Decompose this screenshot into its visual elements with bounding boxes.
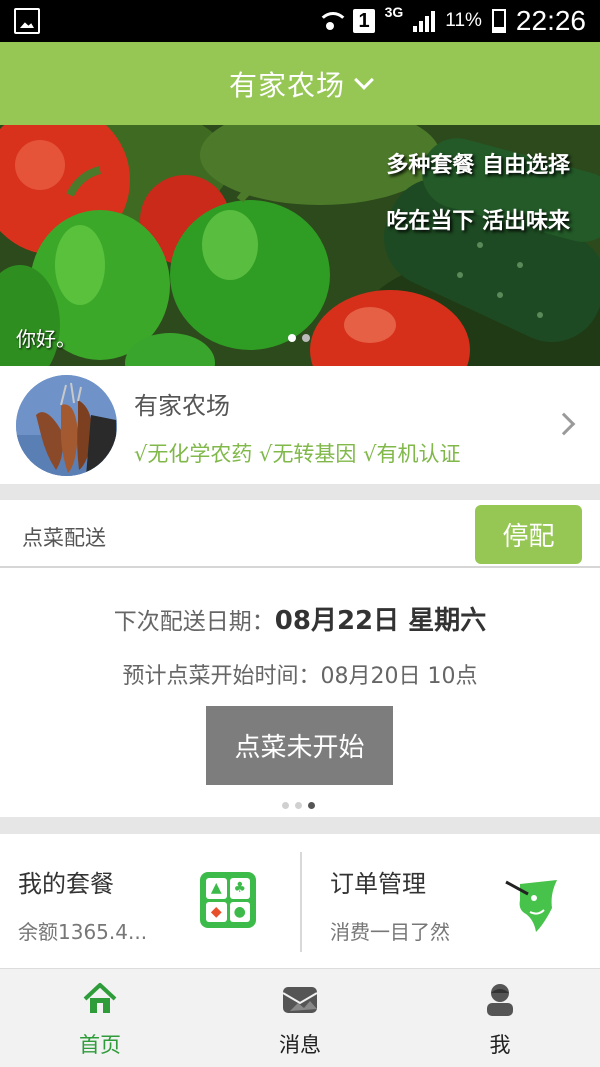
order-management-subtitle: 消费一目了然 xyxy=(330,920,450,944)
page-dot xyxy=(282,802,289,809)
delivery-panel: 点菜配送 停配 下次配送日期：08月22日 星期六 预计点菜开始时间：08月20… xyxy=(0,500,600,817)
banner-greeting: 你好。 xyxy=(16,327,76,351)
chevron-down-icon[interactable] xyxy=(354,69,374,90)
tab-messages[interactable]: 消息 xyxy=(200,969,400,1067)
home-icon xyxy=(83,983,117,1013)
farm-info-row[interactable]: 有家农场 √无化学农药 √无转基因 √有机认证 xyxy=(0,366,600,484)
clock: 22:26 xyxy=(515,5,586,36)
battery-icon xyxy=(491,9,506,33)
page-dot xyxy=(295,802,302,809)
chevron-right-icon[interactable] xyxy=(552,412,576,436)
network-type: 3G xyxy=(384,4,404,20)
next-delivery-value: 08月22日 星期六 xyxy=(274,606,487,636)
status-bar: 1 3G 11% 22:26 xyxy=(0,0,600,42)
tab-me[interactable]: 我 xyxy=(400,969,600,1067)
delivery-title: 点菜配送 xyxy=(22,526,106,550)
shortcut-cards: 我的套餐 余额1365.4... ▲ ♣ ◆ ● 订单管理 消费一目了然 xyxy=(0,834,600,968)
farm-avatar xyxy=(16,375,117,476)
order-management-card[interactable]: 订单管理 消费一目了然 xyxy=(300,852,600,952)
my-package-card[interactable]: 我的套餐 余额1365.4... ▲ ♣ ◆ ● xyxy=(0,834,300,968)
farm-selector-title[interactable]: 有家农场 xyxy=(229,64,345,104)
page-dot xyxy=(308,802,315,809)
app-header[interactable]: 有家农场 xyxy=(0,42,600,125)
delivery-header: 点菜配送 停配 xyxy=(0,500,600,568)
tab-home-label: 首页 xyxy=(79,1033,121,1057)
tab-messages-label: 消息 xyxy=(279,1033,321,1057)
package-balance: 余额1365.4... xyxy=(18,920,148,944)
wifi-icon xyxy=(317,10,350,32)
vegetable-basket-icon: ▲ ♣ ◆ ● xyxy=(200,872,256,928)
stop-delivery-button[interactable]: 停配 xyxy=(475,505,582,564)
farm-certifications: √无化学农药 √无转基因 √有机认证 xyxy=(134,442,461,466)
promo-banner[interactable]: 多种套餐 自由选择 吃在当下 活出味来 你好。 xyxy=(0,125,600,366)
user-icon xyxy=(487,984,513,1016)
tab-me-label: 我 xyxy=(489,1033,511,1057)
tab-home[interactable]: 首页 xyxy=(0,969,200,1067)
delivery-page-indicator xyxy=(282,802,315,809)
signal-icon xyxy=(413,10,436,32)
my-package-title: 我的套餐 xyxy=(18,870,114,898)
page-dot xyxy=(302,334,310,342)
banner-slogan-2: 吃在当下 活出味来 xyxy=(386,209,570,234)
banner-slogan-1: 多种套餐 自由选择 xyxy=(386,153,570,178)
message-icon xyxy=(282,987,318,1013)
order-leaf-icon xyxy=(505,880,557,932)
page-dot xyxy=(288,334,296,342)
sim-indicator: 1 xyxy=(353,9,375,33)
next-delivery-label: 下次配送日期： xyxy=(113,609,275,635)
order-management-title: 订单管理 xyxy=(330,870,426,898)
battery-percent: 11% xyxy=(445,10,482,31)
order-not-started-button[interactable]: 点菜未开始 xyxy=(206,706,393,785)
bottom-tab-bar: 首页 消息 我 xyxy=(0,968,600,1067)
farm-name: 有家农场 xyxy=(134,392,230,420)
banner-page-indicator xyxy=(288,334,310,342)
next-delivery-date: 下次配送日期：08月22日 星期六 xyxy=(0,600,600,637)
order-start-time: 预计点菜开始时间：08月20日 10点 xyxy=(122,664,478,689)
gallery-notification-icon xyxy=(14,8,40,34)
